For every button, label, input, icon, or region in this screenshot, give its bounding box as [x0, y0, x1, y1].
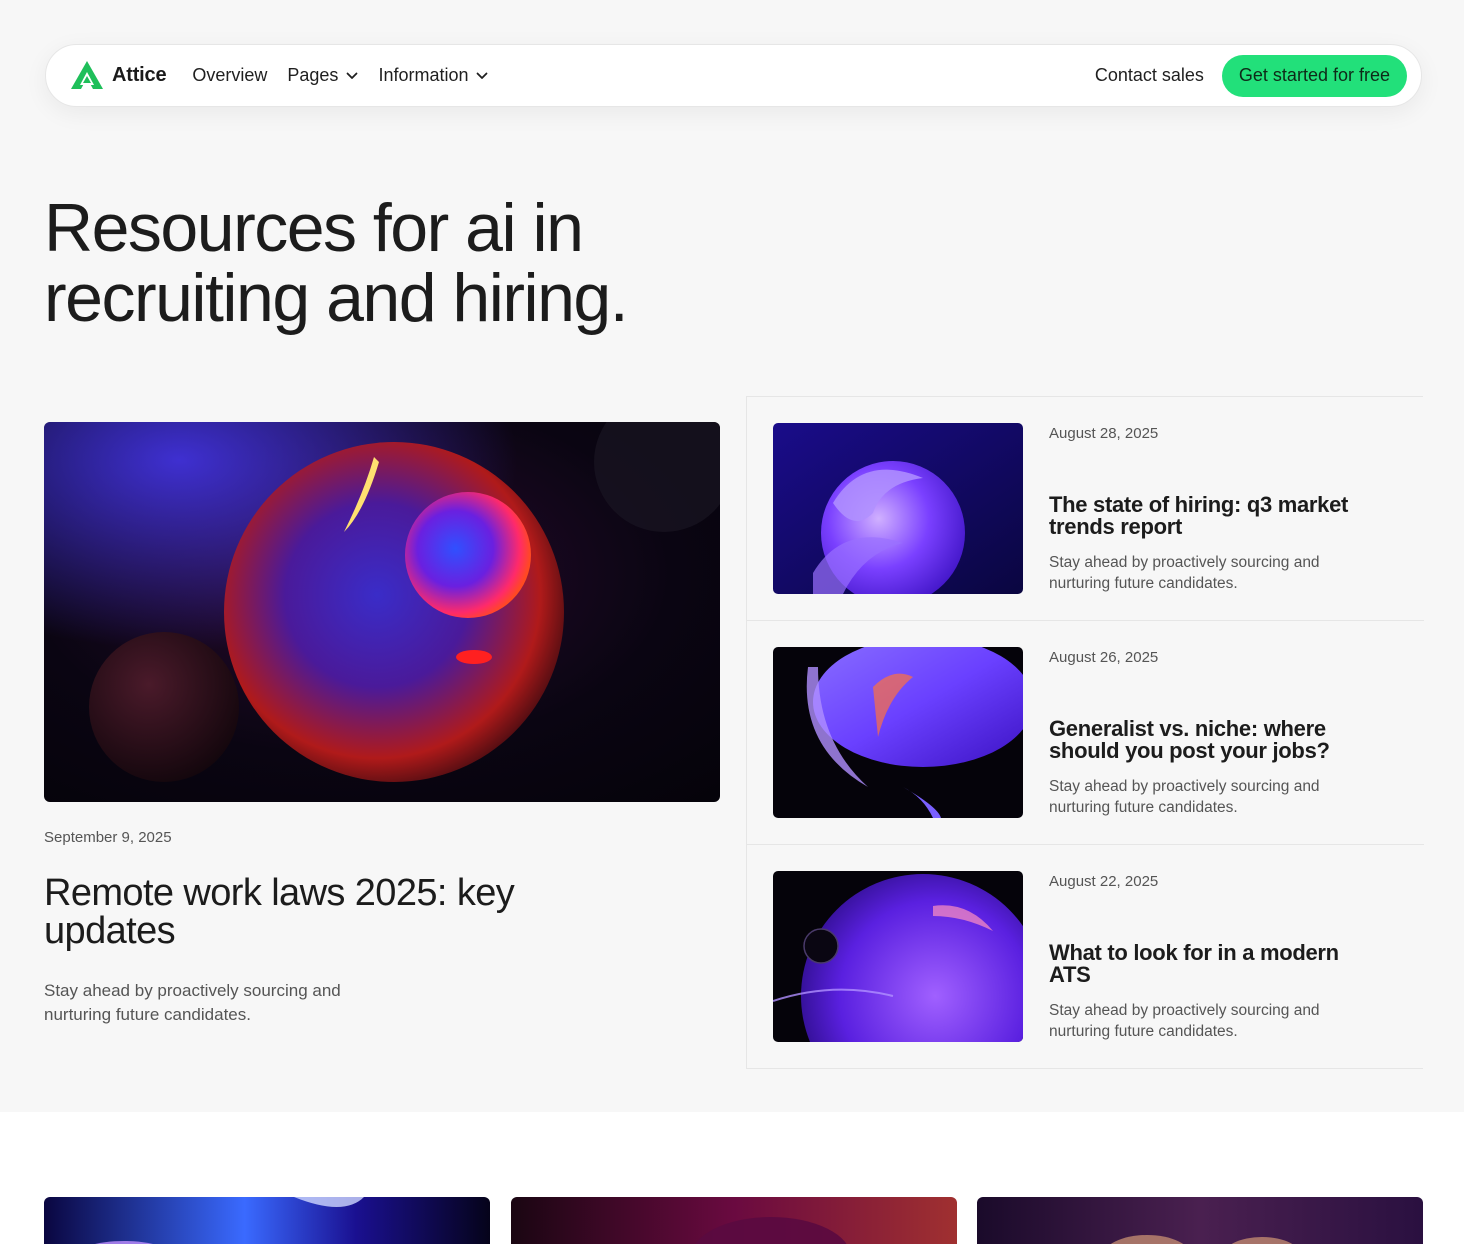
nav-link-information[interactable]: Information: [378, 65, 488, 86]
attice-logo-icon: [71, 60, 103, 89]
contact-sales-link[interactable]: Contact sales: [1095, 65, 1204, 86]
article-date: August 26, 2025: [1049, 649, 1159, 666]
abstract-magenta-image: [511, 1197, 957, 1244]
brand-name: Attice: [112, 64, 167, 86]
nav-link-label: Overview: [192, 65, 268, 85]
article-description: Stay ahead by proactively sourcing and n…: [1049, 778, 1320, 816]
nav-actions: Contact sales Get started for free: [1095, 54, 1407, 97]
abstract-swirl-image: [773, 423, 1023, 594]
featured-article-date: September 9, 2025: [44, 829, 172, 846]
article-card-image[interactable]: [977, 1197, 1423, 1244]
article-card-image[interactable]: [44, 1197, 490, 1244]
abstract-dusk-image: [977, 1197, 1423, 1244]
chevron-down-icon: [347, 72, 358, 79]
abstract-blue-image: [44, 1197, 490, 1244]
article-list: August 28, 2025 The state of hiring: q3 …: [746, 396, 1424, 1069]
page-title: Resources for ai in recruiting and hirin…: [44, 190, 629, 336]
article-thumbnail: [773, 871, 1023, 1042]
featured-article-image[interactable]: [44, 422, 720, 802]
article-date: August 28, 2025: [1049, 425, 1159, 442]
article-card-image[interactable]: [511, 1197, 957, 1244]
article-list-item[interactable]: August 28, 2025 The state of hiring: q3 …: [747, 397, 1424, 621]
article-list-item[interactable]: August 26, 2025 Generalist vs. niche: wh…: [747, 621, 1424, 845]
article-description: Stay ahead by proactively sourcing and n…: [1049, 1002, 1320, 1040]
nav-link-label: Information: [378, 65, 469, 85]
article-title[interactable]: What to look for in a modern ATS: [1049, 942, 1349, 986]
nav-link-overview[interactable]: Overview: [192, 65, 267, 86]
article-thumbnail: [773, 647, 1023, 818]
get-started-button[interactable]: Get started for free: [1221, 54, 1407, 97]
brand-logo[interactable]: Attice: [70, 60, 167, 92]
nav-links: Overview Pages Information: [192, 65, 488, 86]
nav-link-pages[interactable]: Pages: [287, 65, 358, 86]
chevron-down-icon: [477, 72, 488, 79]
navbar: Attice Overview Pages Information Contac…: [45, 44, 1422, 107]
abstract-spheres-image: [44, 422, 720, 802]
article-title[interactable]: Generalist vs. niche: where should you p…: [1049, 718, 1349, 762]
article-thumbnail: [773, 423, 1023, 594]
article-description: Stay ahead by proactively sourcing and n…: [1049, 554, 1320, 592]
featured-article-description: Stay ahead by proactively sourcing and n…: [44, 981, 341, 1024]
article-date: August 22, 2025: [1049, 873, 1159, 890]
nav-link-label: Pages: [287, 65, 339, 85]
article-list-item[interactable]: August 22, 2025 What to look for in a mo…: [747, 845, 1424, 1069]
abstract-orb-image: [773, 871, 1023, 1042]
featured-article-title[interactable]: Remote work laws 2025: key updates: [44, 874, 564, 950]
article-title[interactable]: The state of hiring: q3 market trends re…: [1049, 494, 1349, 538]
abstract-lens-image: [773, 647, 1023, 818]
